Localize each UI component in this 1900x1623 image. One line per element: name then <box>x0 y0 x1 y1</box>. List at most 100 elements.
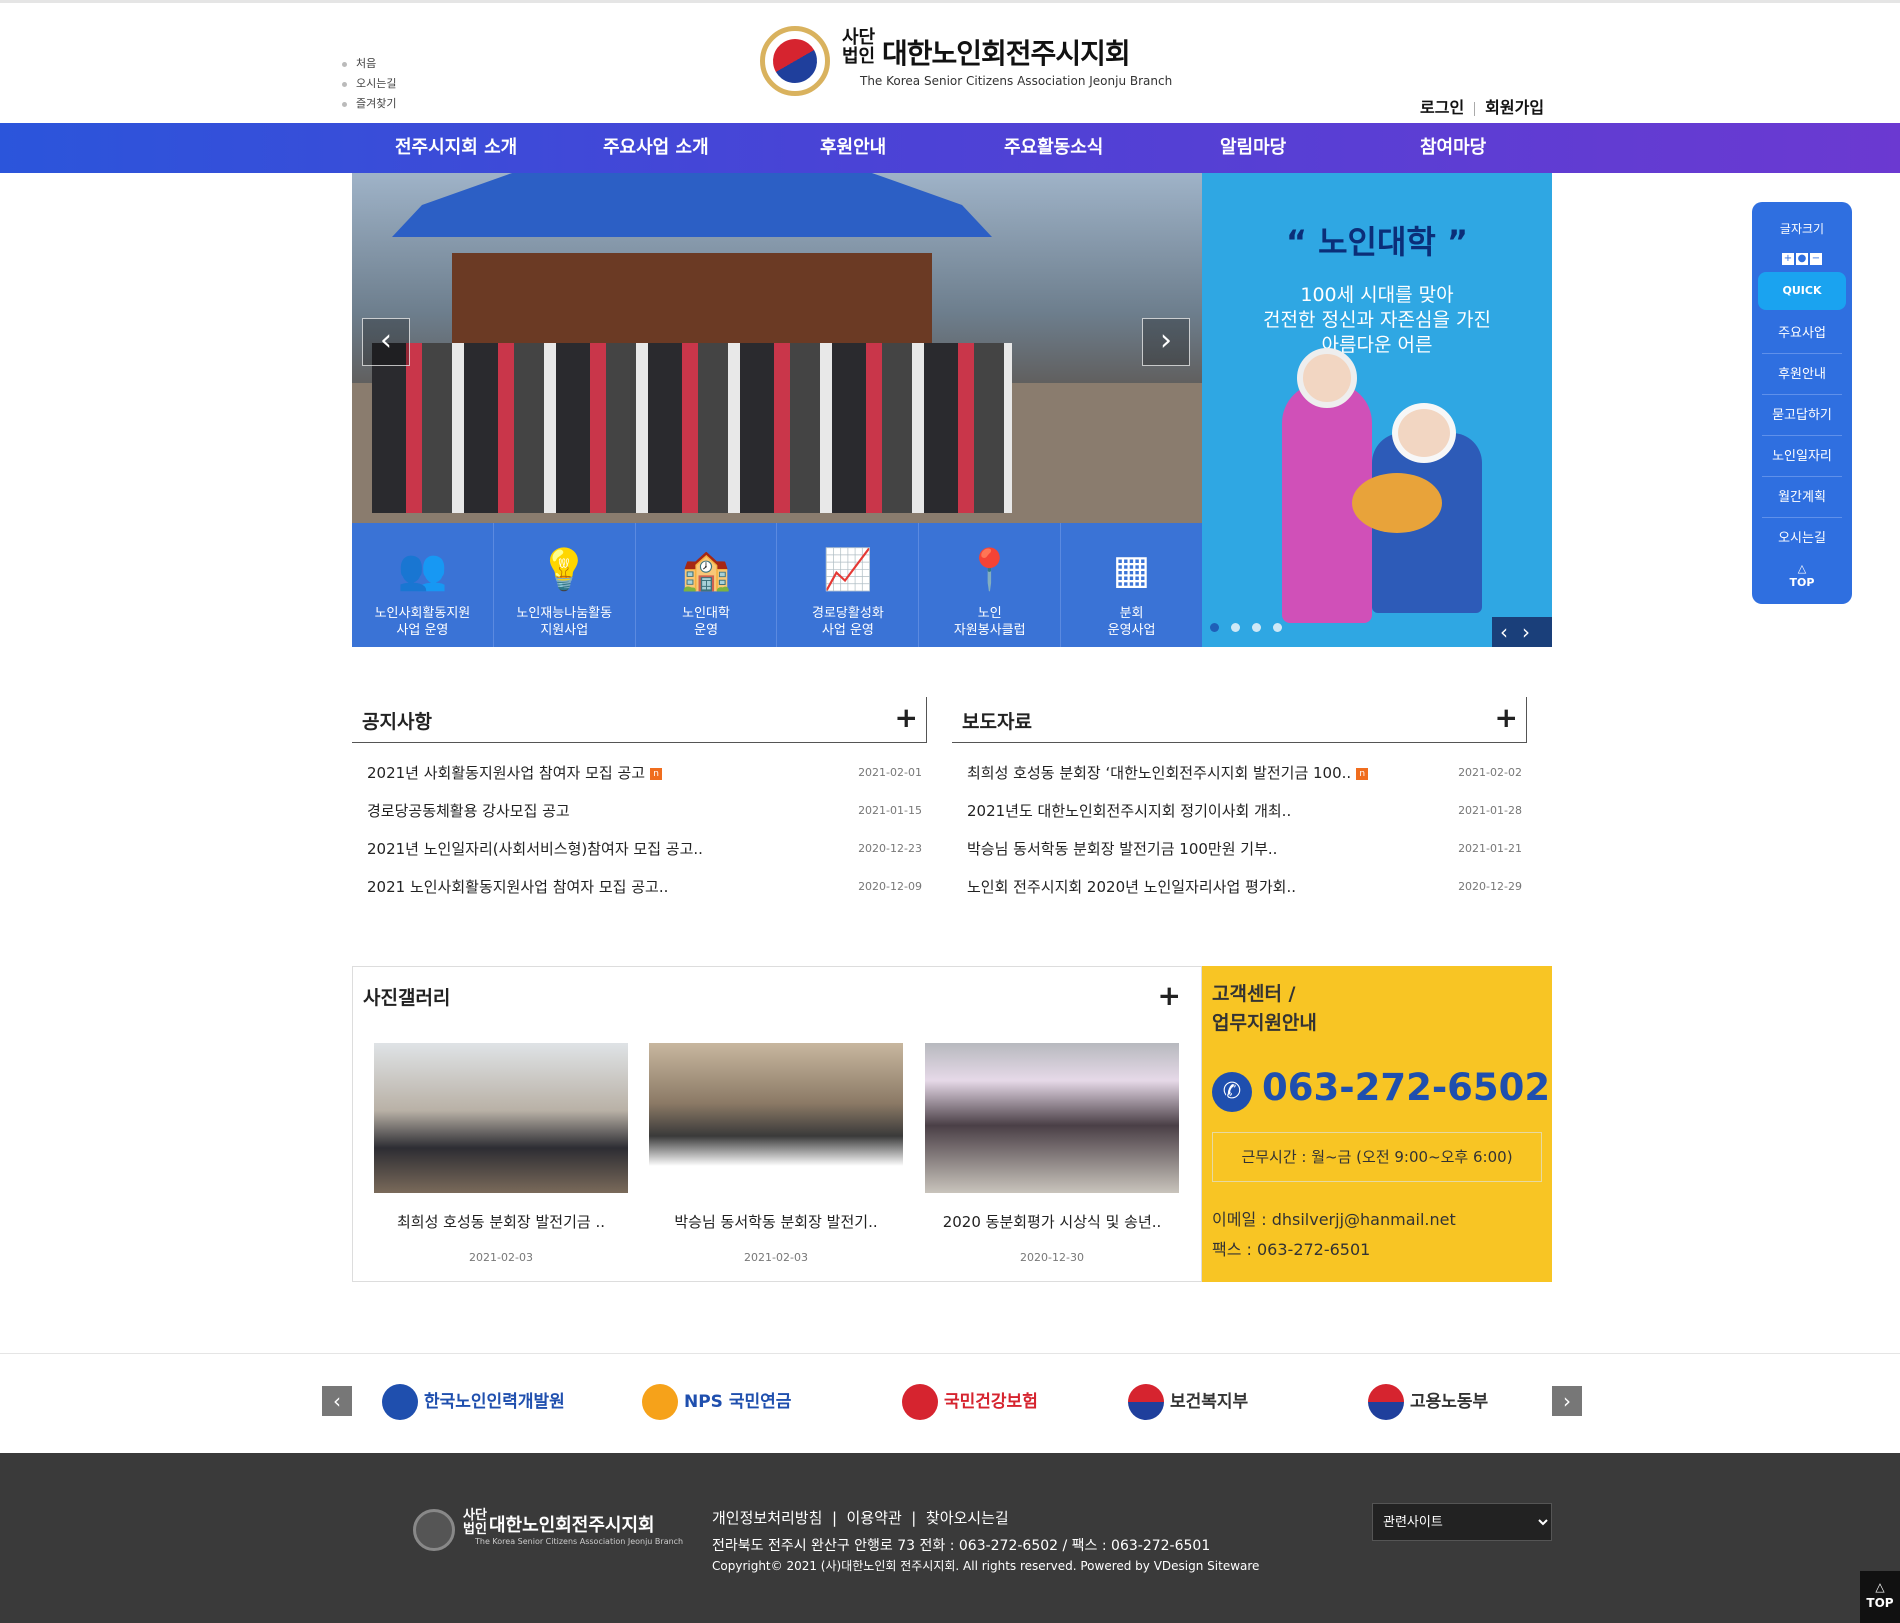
utility-links: 처음 오시는길 즐겨찾기 <box>340 54 396 114</box>
footer-logo-name: 대한노인회전주시지회 <box>489 1515 655 1536</box>
promo-quote: “ 노인대학 ” <box>1285 223 1469 261</box>
nps-logo-icon <box>642 1384 678 1420</box>
footer-logo[interactable]: 사단 법인 대한노인회전주시지회 The Korea Senior Citize… <box>413 1505 683 1555</box>
gallery-caption[interactable]: 최희성 호성동 분회장 발전기금 .. <box>374 1211 628 1232</box>
partner-link[interactable]: 보건복지부 <box>1128 1382 1248 1422</box>
gallery-caption[interactable]: 박승님 동서학동 분회장 발전기.. <box>649 1211 903 1232</box>
list-item[interactable]: 최희성 호성동 분회장 ‘대한노인회전주시지회 발전기금 100.. n 2021-… <box>967 754 1522 792</box>
gallery-photo[interactable] <box>925 1043 1179 1193</box>
utility-link-directions[interactable]: 오시는길 <box>340 74 396 94</box>
nav-item-notices[interactable]: 알림마당 <box>1220 123 1286 173</box>
related-site-select[interactable]: 관련사이트 <box>1372 1503 1552 1541</box>
nav-item-projects[interactable]: 주요사업 소개 <box>603 123 709 173</box>
slider-prev-button[interactable]: ‹ <box>362 318 410 366</box>
logo-name: 대한노인회전주시지회 <box>882 37 1131 70</box>
new-badge: n <box>650 767 663 780</box>
font-size-controls: + ● − <box>1782 246 1824 265</box>
post-title[interactable]: 2021년 노인일자리(사회서비스형)참여자 모집 공고.. <box>367 840 703 858</box>
quick-link-projects[interactable]: 주요사업 <box>1762 314 1842 354</box>
arrow-up-icon: △ <box>1875 1580 1885 1594</box>
gallery-item[interactable]: 최희성 호성동 분회장 발전기금 .. 2021-02-03 <box>374 1043 628 1264</box>
list-item[interactable]: 2021년도 대한노인회전주시지회 정기이사회 개최.. 2021-01-28 <box>967 792 1522 830</box>
partner-link[interactable]: 국민건강보험 <box>902 1382 1038 1422</box>
quick-link-monthly-plan[interactable]: 월간계획 <box>1762 478 1842 518</box>
zoom-in-icon[interactable]: + <box>1782 253 1794 265</box>
kordi-logo-icon <box>382 1384 418 1420</box>
post-title[interactable]: 경로당공동체활용 강사모집 공고 <box>367 802 570 820</box>
service-senior-social-activity[interactable]: 👥 노인사회활동지원 사업 운영 <box>352 523 494 647</box>
more-plus-icon[interactable]: + <box>1158 979 1181 1012</box>
gallery-caption[interactable]: 2020 동분회평가 시상식 및 송년.. <box>925 1211 1179 1232</box>
list-item[interactable]: 2021 노인사회활동지원사업 참여자 모집 공고.. 2020-12-09 <box>367 868 922 906</box>
join-link[interactable]: 회원가입 <box>1485 98 1544 117</box>
quick-top-button[interactable]: △ TOP <box>1752 562 1852 590</box>
partners-next-button[interactable]: › <box>1552 1386 1582 1416</box>
service-talent-sharing[interactable]: 💡 노인재능나눔활동 지원사업 <box>494 523 636 647</box>
slider-next-button[interactable]: › <box>1142 318 1190 366</box>
partner-banners: ‹ 한국노인인력개발원 NPS 국민연금 국민건강보험 보건복지부 고용노동부 … <box>0 1353 1900 1453</box>
gallery-item[interactable]: 박승님 동서학동 분회장 발전기.. 2021-02-03 <box>649 1043 903 1264</box>
list-item[interactable]: 박승님 동서학동 분회장 발전기금 100만원 기부.. 2021-01-21 <box>967 830 1522 868</box>
privacy-policy-link[interactable]: 개인정보처리방침 <box>712 1509 822 1527</box>
list-item[interactable]: 2021년 노인일자리(사회서비스형)참여자 모집 공고.. 2020-12-23 <box>367 830 922 868</box>
nav-item-activities[interactable]: 주요활동소식 <box>1004 123 1103 173</box>
quick-link-sponsor[interactable]: 후원안내 <box>1762 355 1842 395</box>
chevron-left-icon[interactable]: ‹ <box>1500 620 1522 644</box>
promo-arrows[interactable]: ‹› <box>1492 617 1552 647</box>
pagination-dot[interactable] <box>1210 623 1219 632</box>
zoom-out-icon[interactable]: − <box>1810 253 1822 265</box>
service-branch-operation[interactable]: ▦ 분회 운영사업 <box>1061 523 1202 647</box>
post-title[interactable]: 박승님 동서학동 분회장 발전기금 100만원 기부.. <box>967 840 1277 858</box>
board-header: 보도자료 + <box>952 697 1527 743</box>
new-badge: n <box>1356 767 1369 780</box>
login-link[interactable]: 로그인 <box>1420 98 1464 117</box>
site-logo[interactable]: 사단 법인 대한노인회전주시지회 The Korea Senior Citize… <box>760 24 1172 96</box>
quick-link-directions[interactable]: 오시는길 <box>1762 519 1842 559</box>
service-volunteer-club[interactable]: 📍 노인 자원봉사클럽 <box>919 523 1062 647</box>
terms-link[interactable]: 이용약관 <box>847 1509 902 1527</box>
post-title[interactable]: 노인회 전주시지회 2020년 노인일자리사업 평가회.. <box>967 878 1296 896</box>
list-item[interactable]: 노인회 전주시지회 2020년 노인일자리사업 평가회.. 2020-12-29 <box>967 868 1522 906</box>
back-to-top-button[interactable]: △ TOP <box>1860 1571 1900 1623</box>
board-title: 보도자료 <box>962 711 1032 733</box>
post-title[interactable]: 2021 노인사회활동지원사업 참여자 모집 공고.. <box>367 878 668 896</box>
list-item[interactable]: 경로당공동체활용 강사모집 공고 2021-01-15 <box>367 792 922 830</box>
post-title[interactable]: 2021년 사회활동지원사업 참여자 모집 공고 <box>367 764 645 782</box>
partners-prev-button[interactable]: ‹ <box>322 1386 352 1416</box>
post-title[interactable]: 최희성 호성동 분회장 ‘대한노인회전주시지회 발전기금 100.. <box>967 764 1351 782</box>
partner-link[interactable]: 한국노인인력개발원 <box>382 1382 565 1422</box>
contact-email[interactable]: 이메일 : dhsilverjj@hanmail.net <box>1212 1206 1456 1230</box>
directions-link[interactable]: 찾아오시는길 <box>926 1509 1009 1527</box>
service-senior-college[interactable]: 🏫 노인대학 운영 <box>636 523 778 647</box>
post-title[interactable]: 2021년도 대한노인회전주시지회 정기이사회 개최.. <box>967 802 1291 820</box>
service-label: 노인 <box>977 606 1002 621</box>
nav-item-intro[interactable]: 전주시지회 소개 <box>395 123 517 173</box>
pagination-dot[interactable] <box>1273 623 1282 632</box>
pagination-dot[interactable] <box>1231 623 1240 632</box>
footer-copyright: Copyright© 2021 (사)대한노인회 전주시지회. All righ… <box>712 1559 1260 1573</box>
promo-banner[interactable]: “ 노인대학 ” 100세 시대를 맞아 건전한 정신과 자존심을 가진 아름다… <box>1202 173 1552 647</box>
utility-link-bookmark[interactable]: 즐겨찾기 <box>340 94 396 114</box>
list-item[interactable]: 2021년 사회활동지원사업 참여자 모집 공고 n 2021-02-01 <box>367 754 922 792</box>
more-plus-icon[interactable]: + <box>895 701 918 734</box>
korea-gov-emblem-icon <box>1368 1384 1404 1420</box>
footer-logo-english: The Korea Senior Citizens Association Je… <box>475 1537 684 1546</box>
partner-link[interactable]: 고용노동부 <box>1368 1382 1488 1422</box>
more-plus-icon[interactable]: + <box>1495 701 1518 734</box>
nav-item-sponsor[interactable]: 후원안내 <box>820 123 886 173</box>
service-senior-center[interactable]: 📈 경로당활성화 사업 운영 <box>777 523 920 647</box>
gallery-date: 2021-02-03 <box>469 1251 533 1264</box>
phone-number[interactable]: 063-272-6502 <box>1262 1066 1550 1109</box>
quick-link-jobs[interactable]: 노인일자리 <box>1762 437 1842 477</box>
gallery-item[interactable]: 2020 동분회평가 시상식 및 송년.. 2020-12-30 <box>925 1043 1179 1264</box>
quick-link-qna[interactable]: 묻고답하기 <box>1762 396 1842 436</box>
partner-link[interactable]: NPS 국민연금 <box>642 1382 791 1422</box>
chevron-right-icon[interactable]: › <box>1522 620 1544 644</box>
nav-item-participation[interactable]: 참여마당 <box>1420 123 1486 173</box>
gallery-photo[interactable] <box>374 1043 628 1193</box>
utility-link-home[interactable]: 처음 <box>340 54 396 74</box>
chevron-right-icon: › <box>1160 323 1172 358</box>
reset-icon[interactable]: ● <box>1796 253 1808 265</box>
pagination-dot[interactable] <box>1252 623 1261 632</box>
gallery-photo[interactable] <box>649 1043 903 1193</box>
